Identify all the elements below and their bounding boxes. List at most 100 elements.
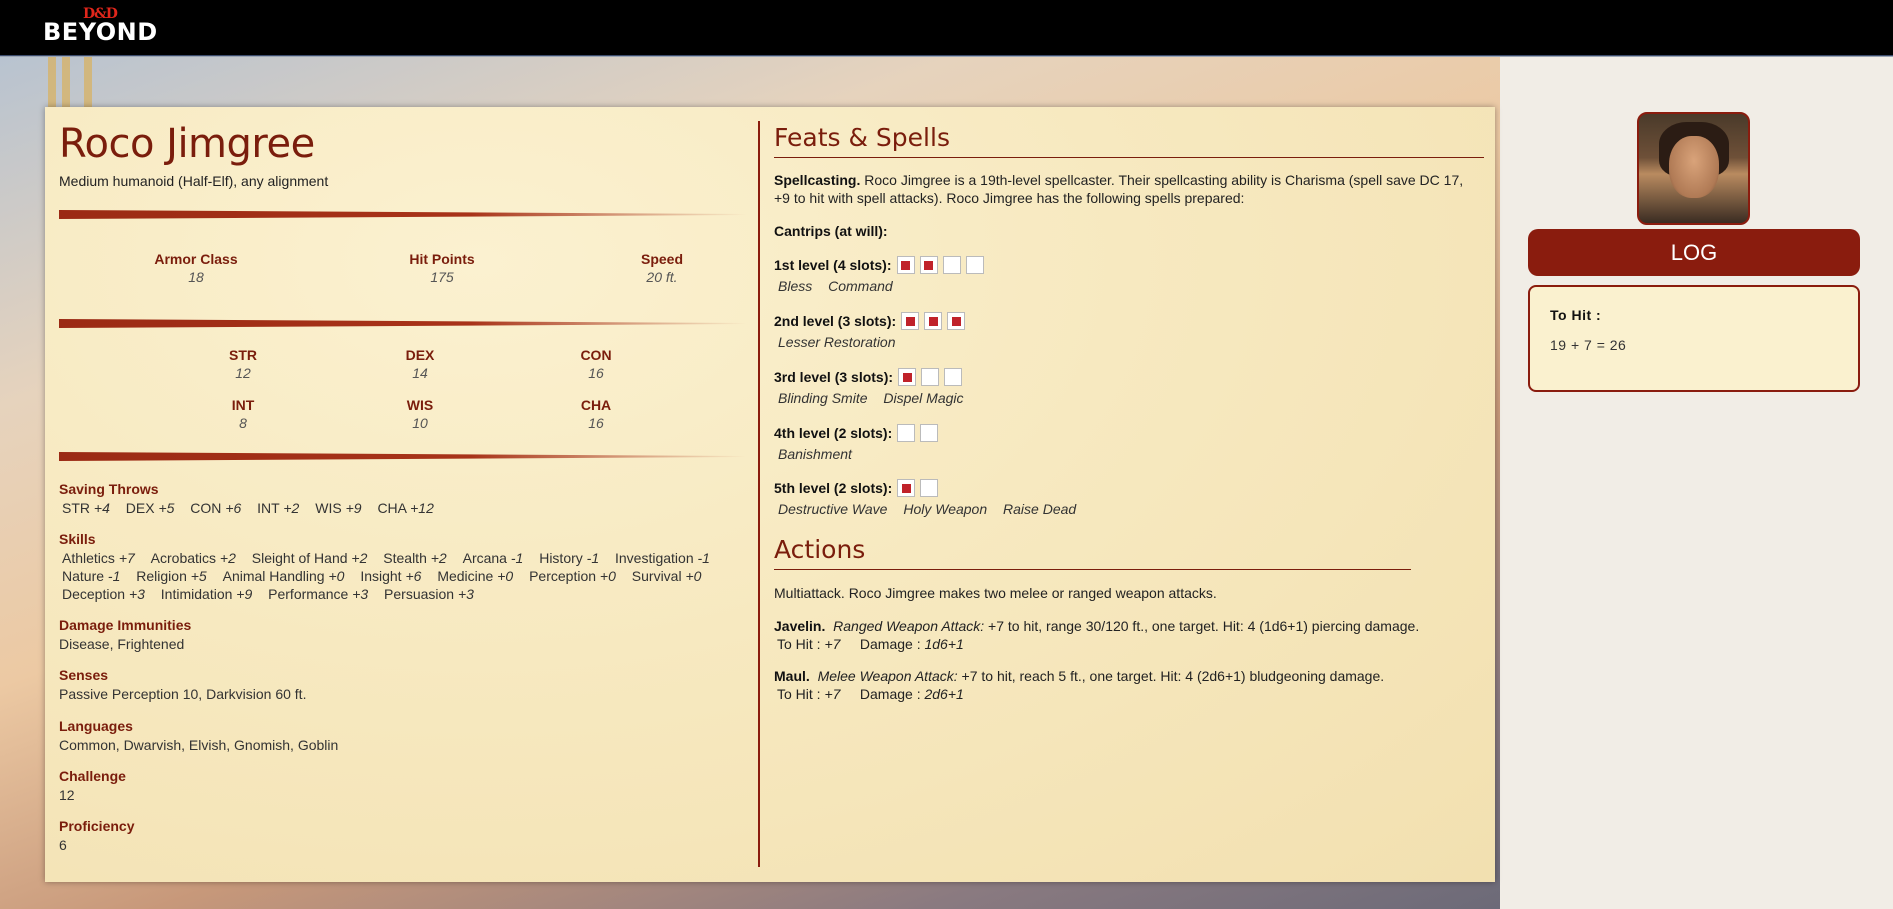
spell-slot-checkbox[interactable] xyxy=(924,312,943,330)
dnd-beyond-logo[interactable]: D&D BEYOND xyxy=(43,6,161,46)
to-hit-label: To Hit : xyxy=(777,636,821,652)
cantrips-label: Cantrips (at will): xyxy=(774,223,888,239)
saving-throws-section: Saving Throws STR +4 DEX +5 CON +6 INT +… xyxy=(59,481,746,517)
spell-list-level-3: Blinding Smite Dispel Magic xyxy=(778,390,976,406)
spell-slot-checkbox[interactable] xyxy=(965,256,984,274)
ability-dex: DEX 14 xyxy=(340,347,500,381)
saving-throw-name: STR xyxy=(62,500,90,516)
skill-mod: +3 xyxy=(128,586,145,602)
spell-name[interactable]: Raise Dead xyxy=(1003,501,1076,517)
spell-slot-checkbox[interactable] xyxy=(901,312,920,330)
action-name: Javelin. xyxy=(774,618,826,634)
spell-name[interactable]: Banishment xyxy=(778,446,852,462)
action-maul: Maul. Melee Weapon Attack: +7 to hit, re… xyxy=(774,667,1384,703)
spell-slot-checkbox[interactable] xyxy=(921,368,940,386)
skill-name: Animal Handling xyxy=(222,568,325,584)
skill-name: Intimidation xyxy=(160,586,233,602)
spell-slot-checkbox[interactable] xyxy=(897,479,916,497)
spell-slot-checkbox[interactable] xyxy=(897,424,916,442)
to-hit-roll[interactable]: To Hit : +7 xyxy=(777,686,840,702)
saving-throw: DEX +5 xyxy=(126,499,175,517)
ability-str: STR 12 xyxy=(163,347,323,381)
spell-slot-checkbox[interactable] xyxy=(898,368,917,386)
spell-slot-checkbox[interactable] xyxy=(920,424,939,442)
stat-label: Armor Class xyxy=(154,251,238,267)
ability-value: 16 xyxy=(588,415,604,431)
spell-slot-checkbox[interactable] xyxy=(947,312,966,330)
skill-name: Performance xyxy=(268,586,349,602)
ability-wis: WIS 10 xyxy=(340,397,500,431)
log-button[interactable]: LOG xyxy=(1528,229,1860,276)
ability-label: STR xyxy=(229,347,257,363)
background-pillar xyxy=(48,57,56,107)
spell-slot-checkbox[interactable] xyxy=(920,479,939,497)
spell-level-3-row: 3rd level (3 slots): xyxy=(774,368,963,386)
skill: Athletics +7 xyxy=(62,549,135,567)
to-hit-label: To Hit : xyxy=(777,686,821,702)
spell-list-level-4: Banishment xyxy=(778,446,864,462)
spellcasting-description: Spellcasting. Roco Jimgree is a 19th-lev… xyxy=(774,171,1479,207)
skill-mod: +0 xyxy=(497,568,514,584)
tapered-rule xyxy=(59,210,746,219)
character-portrait[interactable] xyxy=(1637,112,1750,225)
action-javelin: Javelin. Ranged Weapon Attack: +7 to hit… xyxy=(774,617,1419,653)
spell-slot-checkbox[interactable] xyxy=(919,256,938,274)
skills-row: Nature -1 Religion +5 Animal Handling +0… xyxy=(62,567,746,585)
saving-throw-name: INT xyxy=(257,500,280,516)
spell-slot-checkbox[interactable] xyxy=(896,256,915,274)
section-title: Skills xyxy=(59,531,96,547)
skill-name: Arcana xyxy=(462,550,507,566)
stat-block-left-column: Roco Jimgree Medium humanoid (Half-Elf),… xyxy=(59,107,746,882)
spell-name[interactable]: Holy Weapon xyxy=(903,501,987,517)
logo-wordmark: BEYOND xyxy=(43,18,158,46)
saving-throw: CON +6 xyxy=(190,499,241,517)
action-desc: +7 to hit, reach 5 ft., one target. Hit:… xyxy=(961,668,1385,684)
spell-level-label: 3rd level (3 slots): xyxy=(774,369,894,385)
spell-list-level-2: Lesser Restoration xyxy=(778,334,908,350)
skills-row: Deception +3 Intimidation +9 Performance… xyxy=(62,585,746,603)
spell-name[interactable]: Bless xyxy=(778,278,812,294)
skill: Persuasion +3 xyxy=(384,585,474,603)
damage-roll[interactable]: Damage : 2d6+1 xyxy=(860,686,964,702)
ability-value: 12 xyxy=(235,365,251,381)
skill-mod: +2 xyxy=(430,550,447,566)
spell-level-2-row: 2nd level (3 slots): xyxy=(774,312,966,330)
spell-name[interactable]: Dispel Magic xyxy=(883,390,963,406)
saving-throw-mod: +5 xyxy=(158,500,175,516)
top-navigation-bar: D&D BEYOND xyxy=(0,0,1893,56)
spell-level-1-row: 1st level (4 slots): xyxy=(774,256,984,274)
saving-throw-mod: +9 xyxy=(345,500,362,516)
skill-name: Insight xyxy=(360,568,402,584)
skill-mod: +3 xyxy=(352,586,369,602)
spell-name[interactable]: Destructive Wave xyxy=(778,501,887,517)
spell-name[interactable]: Command xyxy=(828,278,893,294)
saving-throw-name: DEX xyxy=(125,500,155,516)
to-hit-roll[interactable]: To Hit : +7 xyxy=(777,636,840,652)
spell-slot-checkbox[interactable] xyxy=(942,256,961,274)
roll-log-panel: To Hit : 19 + 7 = 26 xyxy=(1528,285,1860,392)
stat-value: 20 ft. xyxy=(646,269,678,285)
saving-throw-mod: +2 xyxy=(283,500,300,516)
spell-name[interactable]: Blinding Smite xyxy=(778,390,868,406)
skill-mod: +0 xyxy=(599,568,616,584)
heading-rule xyxy=(774,157,1484,158)
skill-name: Investigation xyxy=(615,550,694,566)
ability-value: 8 xyxy=(239,415,247,431)
skills-row: Athletics +7 Acrobatics +2 Sleight of Ha… xyxy=(62,549,746,567)
ability-value: 14 xyxy=(412,365,428,381)
spell-slot-checkbox[interactable] xyxy=(944,368,963,386)
skill-name: Stealth xyxy=(383,550,427,566)
skill-name: Nature xyxy=(62,568,105,584)
actions-heading: Actions xyxy=(774,535,866,564)
action-rolls: To Hit : +7 Damage : 2d6+1 xyxy=(774,685,1384,703)
skill: Animal Handling +0 xyxy=(223,567,345,585)
log-entry-result: 19 + 7 = 26 xyxy=(1550,337,1627,353)
damage-roll[interactable]: Damage : 1d6+1 xyxy=(860,636,964,652)
skill-mod: +2 xyxy=(351,550,368,566)
skills-list: Athletics +7 Acrobatics +2 Sleight of Ha… xyxy=(59,549,746,603)
background-pillar xyxy=(62,57,70,107)
section-text: Passive Perception 10, Darkvision 60 ft. xyxy=(59,686,307,702)
saving-throw-name: WIS xyxy=(315,500,342,516)
spell-name[interactable]: Lesser Restoration xyxy=(778,334,896,350)
skill: Deception +3 xyxy=(62,585,145,603)
